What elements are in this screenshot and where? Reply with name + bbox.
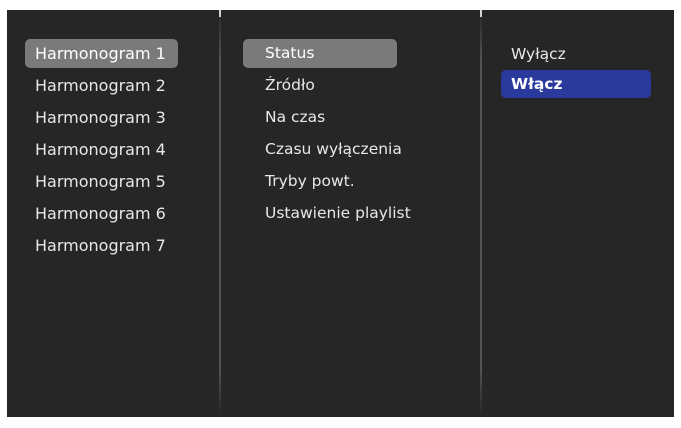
schedule-item-5[interactable]: Harmonogram 5 (25, 167, 178, 196)
schedule-item-7[interactable]: Harmonogram 7 (25, 231, 178, 260)
schedule-item-4[interactable]: Harmonogram 4 (25, 135, 178, 164)
schedule-settings-list: Status Źródło Na czas Czasu wyłączenia T… (243, 39, 411, 231)
setting-item-repeat-mode[interactable]: Tryby powt. (243, 167, 397, 196)
schedule-list: Harmonogram 1 Harmonogram 2 Harmonogram … (25, 39, 178, 263)
schedule-item-3[interactable]: Harmonogram 3 (25, 103, 178, 132)
schedule-item-2[interactable]: Harmonogram 2 (25, 71, 178, 100)
setting-item-playlist[interactable]: Ustawienie playlist (243, 199, 411, 228)
setting-item-status[interactable]: Status (243, 39, 397, 68)
schedule-item-6[interactable]: Harmonogram 6 (25, 199, 178, 228)
setting-item-source[interactable]: Źródło (243, 71, 397, 100)
setting-item-off-time[interactable]: Czasu wyłączenia (243, 135, 402, 164)
status-options-list: Wyłącz Włącz (501, 40, 651, 100)
option-off[interactable]: Wyłącz (501, 40, 651, 68)
column-divider (219, 10, 221, 417)
setting-item-on-time[interactable]: Na czas (243, 103, 397, 132)
schedule-menu-screen: Harmonogram 1 Harmonogram 2 Harmonogram … (7, 10, 674, 417)
schedule-item-1[interactable]: Harmonogram 1 (25, 39, 178, 68)
column-divider (480, 10, 482, 417)
option-on[interactable]: Włącz (501, 70, 651, 98)
